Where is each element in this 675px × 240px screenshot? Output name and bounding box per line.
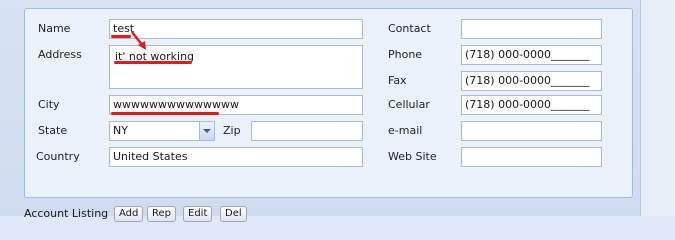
phone-input[interactable]: (718) 000-0000_______: [461, 45, 602, 65]
account-listing-label: Account Listing: [24, 207, 109, 220]
state-label: State: [38, 124, 68, 137]
state-dropdown-button[interactable]: [199, 122, 214, 140]
cellular-label: Cellular: [388, 98, 430, 111]
email-label: e-mail: [388, 124, 423, 137]
add-button[interactable]: Add: [114, 206, 144, 222]
phone-label: Phone: [388, 48, 423, 61]
email-input[interactable]: [461, 121, 602, 141]
zip-label: Zip: [223, 124, 241, 137]
del-button[interactable]: Del: [220, 206, 247, 222]
contact-label: Contact: [388, 22, 431, 35]
name-label: Name: [38, 22, 71, 35]
address-label: Address: [38, 48, 82, 61]
website-label: Web Site: [388, 150, 437, 163]
country-input[interactable]: United States: [109, 147, 363, 167]
window-background: Name test Address it' not working City w…: [0, 0, 675, 222]
rep-button[interactable]: Rep: [147, 206, 176, 222]
website-input[interactable]: [461, 147, 602, 167]
contact-input[interactable]: [461, 19, 602, 39]
country-label: Country: [36, 150, 80, 163]
annotation-underline-city: [111, 112, 219, 115]
state-select[interactable]: NY: [109, 121, 215, 141]
chevron-down-icon: [203, 129, 211, 133]
annotation-underline-address: [114, 61, 192, 64]
zip-input[interactable]: [251, 121, 363, 141]
fax-label: Fax: [388, 74, 407, 87]
right-panel-edge: [640, 0, 675, 216]
city-label: City: [38, 98, 60, 111]
annotation-underline-name: [111, 35, 131, 38]
fax-input[interactable]: (718) 000-0000_______: [461, 71, 602, 91]
cellular-input[interactable]: (718) 000-0000_______: [461, 95, 602, 115]
edit-button[interactable]: Edit: [183, 206, 213, 222]
annotation-arrow-icon: [131, 31, 146, 50]
state-select-value: NY: [113, 124, 128, 137]
